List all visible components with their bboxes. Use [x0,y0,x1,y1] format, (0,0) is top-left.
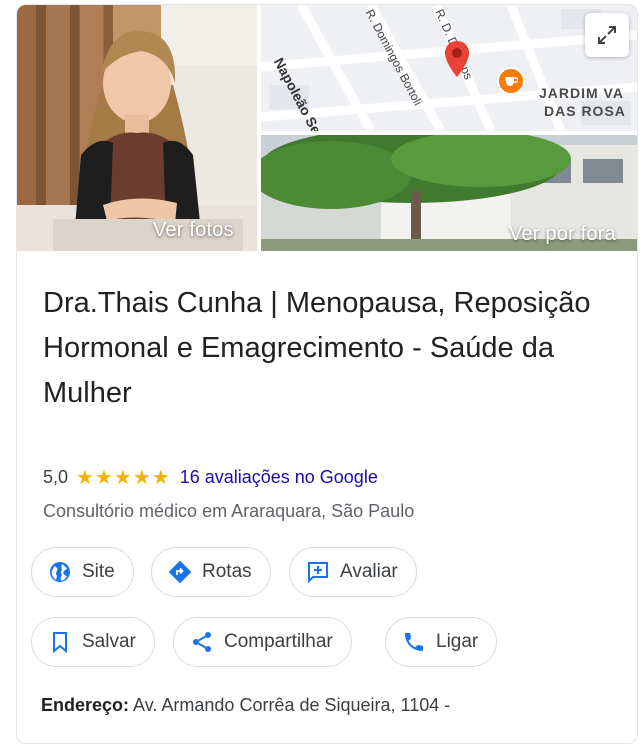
expand-map-button[interactable] [585,13,629,57]
share-button-label: Compartilhar [224,631,333,652]
cafe-icon [497,67,525,95]
address-row: Endereço: Av. Armando Corrêa de Siqueira… [41,695,450,716]
location-pin-icon [445,41,469,77]
place-category: Consultório médico em Araraquara, São Pa… [43,501,415,521]
call-button-label: Ligar [436,631,479,652]
directions-button-label: Rotas [202,561,252,582]
photo-gallery: Ver fotos Napoleão Selmi R. Domingos Bor… [17,5,637,251]
expand-icon [598,26,616,44]
rating-value: 5,0 [43,467,69,487]
review-button[interactable]: Avaliar [289,547,417,597]
place-title: Dra.Thais Cunha | Menopausa, Reposição H… [43,287,591,409]
doctor-photo-illustration [17,30,257,251]
street-view-photo[interactable]: Ver por fora [261,135,637,251]
directions-button[interactable]: Rotas [151,547,271,597]
address-value[interactable]: Av. Armando Corrêa de Siqueira, 1104 - [133,695,450,715]
review-button-label: Avaliar [340,561,398,582]
reviews-link[interactable]: 16 avaliações no Google [180,467,378,488]
directions-icon [168,560,192,584]
call-button[interactable]: Ligar [385,617,498,667]
view-outside-label[interactable]: Ver por fora [509,223,616,246]
globe-icon [50,562,70,582]
neighborhood-label-line2: DAS ROSA [544,103,626,119]
view-photos-label[interactable]: Ver fotos [153,219,234,242]
map-thumbnail[interactable]: Napoleão Selmi R. Domingos Bortoli R. D.… [261,5,637,131]
address-label: Endereço: [41,695,130,715]
share-button[interactable]: Compartilhar [173,617,352,667]
site-button-label: Site [82,561,115,582]
save-button[interactable]: Salvar [31,617,155,667]
neighborhood-label-line1: JARDIM VA [539,85,624,101]
rating-row: 5,0 ★★★★★ 16 avaliações no Google [43,465,378,490]
bookmark-icon [53,632,67,654]
star-rating-icon: ★★★★★ [76,467,171,489]
save-button-label: Salvar [82,631,136,652]
add-review-icon [308,562,328,584]
share-icon [193,632,211,652]
site-button[interactable]: Site [31,547,134,597]
phone-icon [405,633,423,651]
main-photo[interactable]: Ver fotos [17,5,257,251]
place-card: Ver fotos Napoleão Selmi R. Domingos Bor… [16,4,638,744]
